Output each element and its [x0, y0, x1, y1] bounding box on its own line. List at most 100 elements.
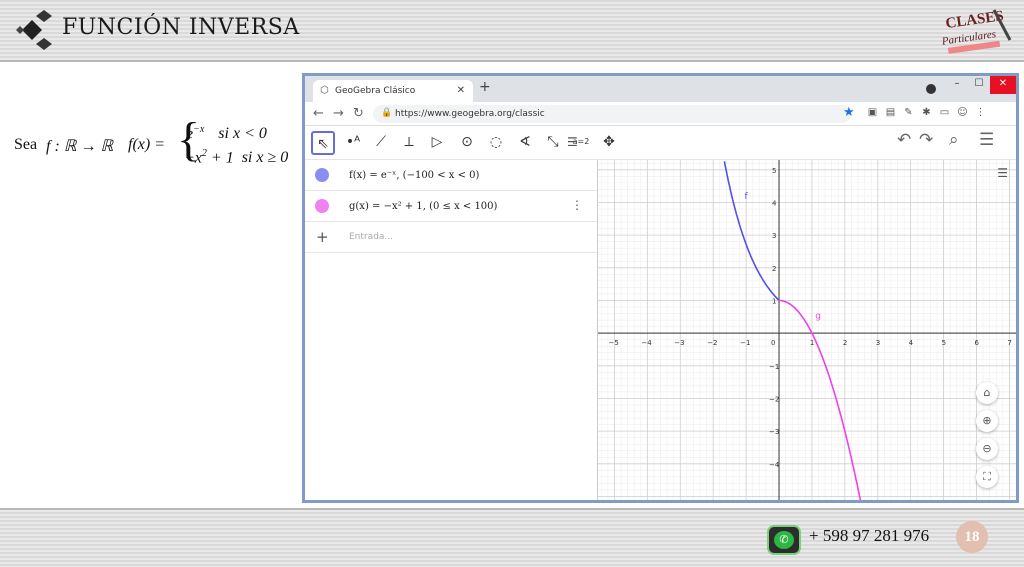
visibility-toggle[interactable] — [315, 168, 329, 182]
extension-icon[interactable]: ▤ — [885, 107, 896, 118]
move-view-icon[interactable]: ✥ — [597, 131, 621, 155]
back-icon[interactable]: ← — [313, 106, 324, 121]
avatar-icon[interactable]: ☺ — [957, 107, 968, 118]
menu-icon[interactable]: ☰ — [979, 130, 994, 150]
y-tick-label: 3 — [772, 232, 776, 240]
reflect-icon[interactable]: ⤡ — [541, 131, 565, 155]
whatsapp-icon: ✆ — [767, 525, 801, 555]
browser-window: ⬡ GeoGebra Clásico ✕ + – ☐ ✕ ← → ↻ 🔒 htt… — [302, 73, 1019, 503]
slide-title: FUNCIÓN INVERSA — [62, 15, 300, 40]
y-tick-label: 1 — [772, 297, 776, 305]
visibility-toggle[interactable] — [315, 199, 329, 213]
x-tick-label: 5 — [942, 339, 946, 347]
url-field[interactable]: 🔒 https://www.geogebra.org/classic — [373, 105, 851, 123]
curve-f-label: f — [744, 192, 748, 202]
geogebra-toolbar: ⇖ •ᴬ ⟋ ⟂ ▷ ⊙ ◌ ∢ ⤡ a=2 ✥ ↶ ↷ ⌕ ☰ — [305, 126, 1016, 160]
header-divider — [0, 60, 1024, 62]
y-tick-label: 2 — [772, 265, 776, 273]
redo-icon[interactable]: ↷ — [919, 130, 933, 150]
formula-case1: e−x si x < 0 — [186, 124, 267, 143]
x-tick-label: −2 — [707, 339, 717, 347]
x-tick-label: −5 — [608, 339, 618, 347]
curve-f — [723, 161, 779, 301]
curve-g-label: g — [815, 311, 821, 321]
y-tick-label: −2 — [769, 395, 779, 403]
formula-map: f : ℝ → ℝ — [46, 138, 114, 155]
tab-bar: ⬡ GeoGebra Clásico ✕ + – ☐ ✕ — [305, 76, 1016, 102]
graphics-settings-icon[interactable]: ☰ — [997, 166, 1008, 180]
lock-icon: 🔒 — [381, 108, 393, 118]
algebra-expr-g: g(x) = −x² + 1, (0 ≤ x < 100) — [349, 201, 498, 212]
reload-icon[interactable]: ↻ — [353, 106, 364, 121]
fullscreen-icon[interactable]: ⛶ — [976, 466, 998, 488]
x-tick-label: −3 — [674, 339, 684, 347]
add-icon[interactable]: + — [316, 228, 329, 246]
algebra-view: ☰ f(x) = e⁻ˣ, (−100 < x < 0) g(x) = −x² … — [305, 135, 598, 500]
x-tick-label: 4 — [909, 339, 914, 347]
curve-g — [779, 299, 862, 500]
forward-icon[interactable]: → — [333, 106, 344, 121]
browser-tab[interactable]: ⬡ GeoGebra Clásico ✕ — [313, 80, 473, 102]
line-icon[interactable]: ⟋ — [369, 131, 393, 155]
contact-phone: + 598 97 281 976 — [809, 526, 930, 545]
circle-center-icon[interactable]: ⊙ — [455, 131, 479, 155]
y-tick-label: 5 — [772, 167, 776, 175]
close-tab-icon[interactable]: ✕ — [457, 85, 465, 96]
formula-sea: Sea — [14, 136, 38, 153]
algebra-expr-f: f(x) = e⁻ˣ, (−100 < x < 0) — [349, 170, 480, 181]
x-tick-label: 1 — [810, 339, 814, 347]
new-tab-button[interactable]: + — [479, 79, 491, 95]
extension-icon[interactable]: ▣ — [867, 107, 878, 118]
extensions-bar: ▣ ▤ ✎ ✱ ▭ ☺ ⋮ — [867, 107, 986, 118]
x-tick-label: 3 — [876, 339, 880, 347]
formula-fx: f(x) = — [128, 136, 165, 153]
y-tick-label: −3 — [769, 428, 779, 436]
graph-canvas[interactable]: −5 −4 −3 −2 −1 0 1 2 3 4 5 6 7 5 4 3 2 1 −1 −2 −3 −4 f g — [598, 160, 1016, 503]
y-tick-label: −1 — [769, 363, 779, 371]
input-placeholder: Entrada... — [349, 232, 393, 242]
point-icon[interactable]: •ᴬ — [341, 131, 365, 155]
y-tick-label: 4 — [772, 199, 777, 207]
graphics-view[interactable]: −5 −4 −3 −2 −1 0 1 2 3 4 5 6 7 5 4 3 2 1 −1 −2 −3 −4 f g ☰ ⌂ ⊕ … — [598, 160, 1016, 503]
algebra-row-f[interactable]: f(x) = e⁻ˣ, (−100 < x < 0) — [305, 160, 597, 191]
algebra-row-g[interactable]: g(x) = −x² + 1, (0 ≤ x < 100) ⋮ — [305, 191, 597, 222]
geogebra-favicon-icon: ⬡ — [320, 85, 329, 96]
maximize-button[interactable]: ☐ — [968, 76, 990, 94]
window-controls: – ☐ ✕ — [946, 76, 1016, 94]
bookmark-star-icon[interactable]: ★ — [843, 105, 855, 120]
more-options-icon[interactable]: ⋮ — [571, 198, 583, 212]
x-tick-label: −1 — [740, 339, 750, 347]
angle-icon[interactable]: ∢ — [513, 131, 537, 155]
tab-title: GeoGebra Clásico — [335, 86, 416, 96]
close-window-button[interactable]: ✕ — [990, 76, 1016, 94]
footer-divider — [0, 508, 1024, 510]
undo-icon[interactable]: ↶ — [897, 130, 911, 150]
y-tick-label: −4 — [769, 461, 780, 469]
polygon-icon[interactable]: ▷ — [425, 131, 449, 155]
formula-case2: −x2 + 1 si x ≥ 0 — [184, 148, 289, 167]
algebra-style-icon[interactable]: ☰ — [567, 135, 578, 149]
extension-icon[interactable]: ✎ — [903, 107, 914, 118]
circle-three-points-icon[interactable]: ◌ — [484, 131, 508, 155]
extension-icon[interactable]: ✱ — [921, 107, 932, 118]
x-tick-label: 6 — [975, 339, 980, 347]
zoom-in-icon[interactable]: ⊕ — [976, 410, 998, 432]
minimize-button[interactable]: – — [946, 76, 968, 94]
move-icon[interactable]: ⇖ — [311, 131, 335, 155]
perpendicular-icon[interactable]: ⟂ — [397, 131, 421, 155]
x-tick-label: 7 — [1007, 339, 1011, 347]
page-number: 18 — [956, 521, 988, 553]
input-row[interactable]: + Entrada... — [305, 222, 597, 253]
cast-icon[interactable]: ▭ — [939, 107, 950, 118]
logo-icon — [16, 10, 52, 50]
brand-logo: CLASES Particulares — [940, 8, 1012, 54]
address-bar: ← → ↻ 🔒 https://www.geogebra.org/classic… — [305, 102, 1016, 126]
home-icon[interactable]: ⌂ — [976, 382, 998, 404]
x-tick-label: −4 — [641, 339, 652, 347]
x-tick-label: 0 — [771, 339, 775, 347]
search-icon[interactable]: ⌕ — [949, 130, 959, 150]
zoom-out-icon[interactable]: ⊖ — [976, 438, 998, 460]
url-text: https://www.geogebra.org/classic — [395, 109, 545, 119]
menu-kebab-icon[interactable]: ⋮ — [975, 107, 986, 118]
profile-icon[interactable] — [926, 84, 936, 94]
